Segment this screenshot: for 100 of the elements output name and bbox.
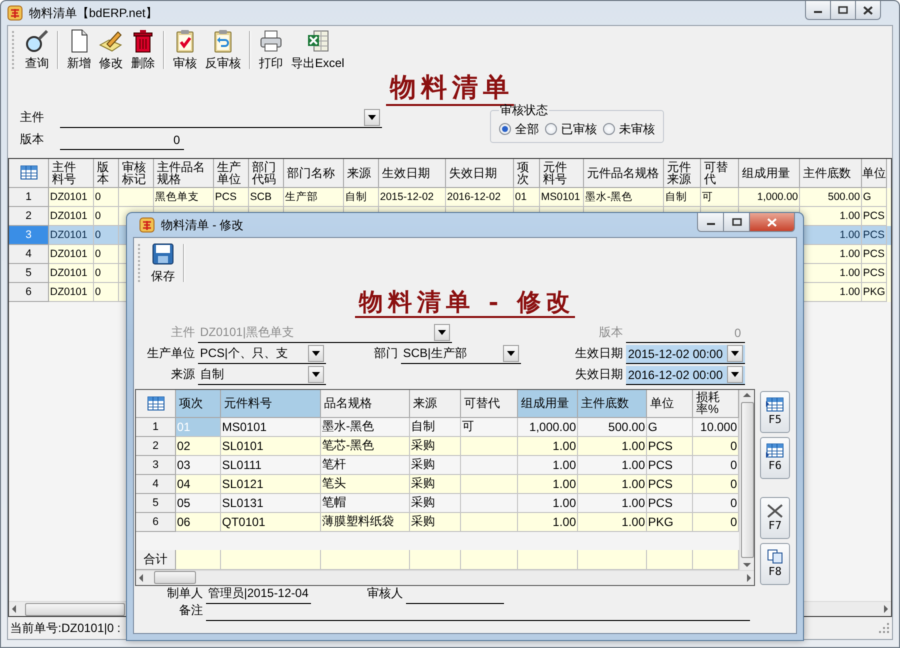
table-row[interactable]: 1 DZ0101 0 黑色单支 PCS SCB 生产部 自制 2015-12-02 2016-12-02 01 MS0101 墨水-黑色 自制 可 1,000.00 500.00 G <box>9 188 891 207</box>
column-header[interactable]: 项次 <box>514 158 540 188</box>
column-header[interactable]: 项次 <box>176 390 221 418</box>
scroll-thumb[interactable] <box>154 571 196 584</box>
column-header[interactable]: 主件底数 <box>800 158 862 188</box>
date-field[interactable]: 2015-12-02 00:00 <box>626 344 745 364</box>
shortcut-button[interactable]: F6 <box>760 436 790 479</box>
caret-icon <box>731 372 739 378</box>
toolbar-button[interactable]: 删除 <box>128 26 158 74</box>
toolbar-button[interactable]: 导出Excel <box>288 26 348 74</box>
column-header[interactable]: 审核标记 <box>119 158 154 188</box>
dropdown-button[interactable] <box>727 366 743 384</box>
column-header[interactable]: 元件来源 <box>664 158 701 188</box>
minimize-button[interactable] <box>805 1 831 20</box>
field-label: 版本 <box>20 130 45 148</box>
table-cell: 01 <box>176 418 221 437</box>
app-logo-icon <box>139 217 155 233</box>
input-field[interactable]: 0 <box>60 130 184 150</box>
combo-box[interactable]: 自制 <box>198 366 326 385</box>
table-row[interactable]: 2 02 SL0101 笔芯-黑色 采购 1.00 1.00 PCS 0 <box>136 436 739 456</box>
combo-box[interactable]: SCB|生产部 <box>401 344 521 364</box>
radio-button[interactable] <box>545 123 557 136</box>
trash-icon <box>131 28 155 52</box>
scroll-left-icon[interactable] <box>11 605 17 613</box>
column-header[interactable]: 元件品名规格 <box>584 158 664 188</box>
table-row[interactable]: 5 05 SL0131 笔帽 采购 1.00 1.00 PCS 0 <box>136 494 739 513</box>
scroll-thumb[interactable] <box>25 602 125 616</box>
save-button[interactable]: 保存 <box>148 240 178 286</box>
shortcut-button[interactable]: F8 <box>760 542 790 585</box>
radio-button[interactable] <box>499 123 511 136</box>
printer-icon <box>259 28 283 52</box>
column-header[interactable]: 部门名称 <box>284 158 344 188</box>
shortcut-button[interactable]: F5 <box>760 390 790 433</box>
caret-icon <box>312 351 320 356</box>
field-label: 制单人 <box>166 584 204 602</box>
dropdown-button[interactable] <box>364 109 380 126</box>
table-row[interactable]: 3 03 SL0111 笔杆 采购 1.00 1.00 PCS 0 <box>136 456 739 475</box>
close-button[interactable] <box>855 1 881 20</box>
column-header[interactable]: 部门代码 <box>249 158 284 188</box>
column-header[interactable]: 单位 <box>647 390 693 418</box>
column-header[interactable]: 来源 <box>344 158 379 188</box>
column-header[interactable]: 生产单位 <box>214 158 249 188</box>
column-header[interactable]: 损耗率% <box>693 390 739 418</box>
dropdown-button[interactable] <box>503 345 519 362</box>
column-header[interactable]: 主件料号 <box>49 158 94 188</box>
table-cell: PKG <box>862 282 887 302</box>
total-cell <box>647 550 693 570</box>
column-header[interactable]: 生效日期 <box>379 158 446 188</box>
minimize-button[interactable] <box>697 213 724 232</box>
date-field[interactable]: 2016-12-02 00:00 <box>626 366 745 385</box>
scroll-thumb[interactable] <box>740 402 754 558</box>
toolbar-button[interactable]: 审核 <box>170 26 200 74</box>
column-header[interactable]: 组成用量 <box>518 390 578 418</box>
table-icon <box>146 396 164 411</box>
column-header[interactable]: 组成用量 <box>739 158 800 188</box>
delete-icon <box>766 503 784 518</box>
shortcut-button[interactable]: F7 <box>760 496 790 539</box>
row-number: 4 <box>9 244 49 264</box>
table-row[interactable]: 6 06 QT0101 薄膜塑料纸袋 采购 1.00 1.00 PKG 0 <box>136 512 739 532</box>
vertical-scrollbar[interactable] <box>739 390 754 570</box>
total-cell <box>461 550 518 570</box>
column-header[interactable]: 可替代 <box>461 390 518 418</box>
radio-label: 未审核 <box>619 120 655 138</box>
column-header[interactable]: 版本 <box>94 158 119 188</box>
table-row[interactable]: 4 04 SL0121 笔头 采购 1.00 1.00 PCS 0 <box>136 474 739 494</box>
toolbar-button[interactable]: 新增 <box>64 26 94 74</box>
column-header[interactable]: 主件底数 <box>578 390 647 418</box>
combo-box[interactable]: PCS|个、只、支 <box>198 344 326 364</box>
radio-button[interactable] <box>603 123 615 136</box>
radio-label: 全部 <box>515 120 539 138</box>
maximize-button[interactable] <box>723 213 750 232</box>
combo-box[interactable] <box>60 108 382 128</box>
row-number: 2 <box>136 436 176 456</box>
toolbar-button[interactable]: 查询 <box>22 26 52 74</box>
horizontal-scrollbar[interactable] <box>136 570 754 585</box>
row-number: 5 <box>136 494 176 513</box>
scroll-right-icon[interactable] <box>883 605 889 613</box>
table-row[interactable]: 1 01 MS0101 墨水-黑色 自制 可 1,000.00 500.00 G 10.000 <box>136 418 739 437</box>
column-header[interactable]: 可替代 <box>701 158 739 188</box>
maximize-button[interactable] <box>830 1 856 20</box>
toolbar-button[interactable]: 反审核 <box>202 26 244 74</box>
dropdown-button[interactable] <box>308 345 324 362</box>
toolbar-button[interactable]: 修改 <box>96 26 126 74</box>
input-field[interactable]: 管理员|2015-12-04 <box>206 584 311 604</box>
dropdown-button[interactable] <box>308 366 324 384</box>
total-cell <box>693 550 739 570</box>
column-header[interactable]: 品名规格 <box>321 390 410 418</box>
column-header[interactable]: 元件料号 <box>540 158 584 188</box>
column-header[interactable]: 元件料号 <box>221 390 321 418</box>
column-header[interactable]: 来源 <box>410 390 461 418</box>
scroll-right-icon[interactable] <box>746 574 752 582</box>
field-label: 生效日期 <box>574 344 624 362</box>
column-header[interactable]: 主件品名规格 <box>154 158 214 188</box>
column-header[interactable]: 失效日期 <box>446 158 514 188</box>
total-label: 合计 <box>136 550 176 570</box>
scroll-up-icon[interactable] <box>743 392 751 398</box>
dropdown-button[interactable] <box>727 345 743 362</box>
toolbar-button[interactable]: 打印 <box>256 26 286 74</box>
scroll-left-icon[interactable] <box>138 574 144 582</box>
column-header[interactable]: 单位 <box>862 158 887 188</box>
